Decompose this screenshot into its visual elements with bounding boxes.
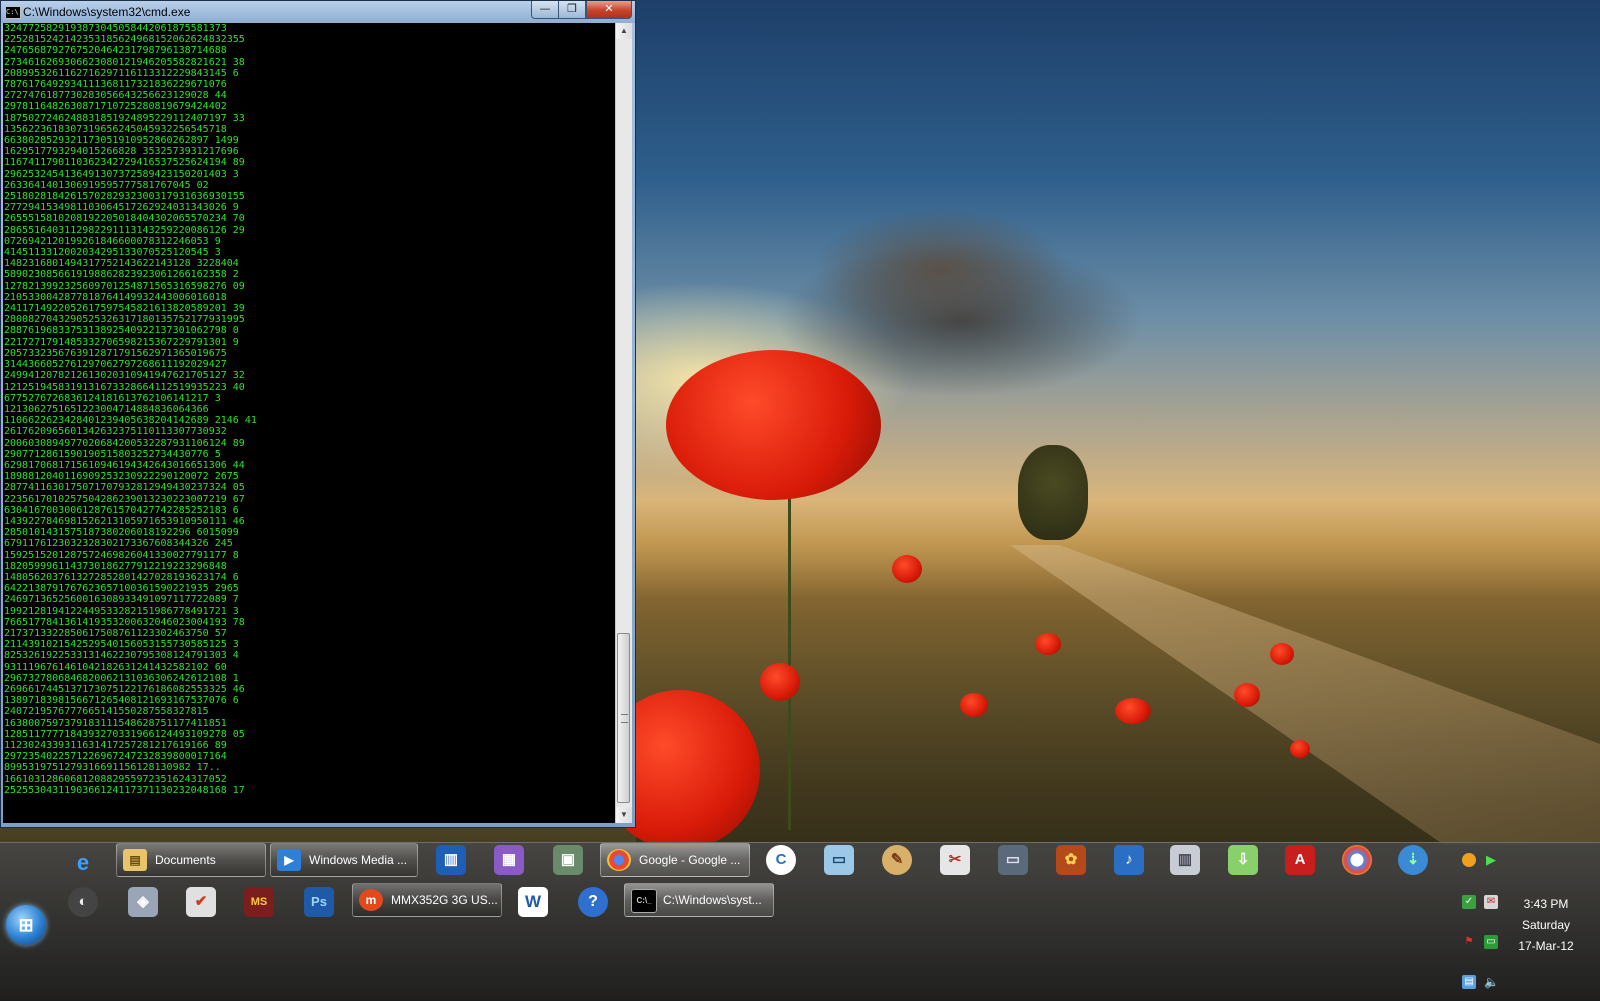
taskbar-button-mmx[interactable]: m MMX352G 3G US...: [352, 883, 502, 917]
library-icon[interactable]: ▥: [1170, 845, 1200, 875]
folder-icon: ▤: [123, 849, 147, 871]
taskbar-pinned-icon-2[interactable]: ▦: [494, 845, 524, 875]
acrobat-reader-icon[interactable]: A: [1285, 845, 1315, 875]
console-output[interactable]: 3247725829193873045058442061875581373 22…: [3, 23, 615, 823]
help-icon[interactable]: ?: [578, 887, 608, 917]
window-title: C:\Windows\system32\cmd.exe: [23, 5, 191, 19]
internet-download-manager-icon[interactable]: ⇣: [1398, 845, 1428, 875]
network-status-icon[interactable]: ✓: [1462, 895, 1476, 909]
notes-icon[interactable]: ▭: [824, 845, 854, 875]
taskbar-button-documents[interactable]: ▤ Documents: [116, 843, 266, 877]
keyboard-icon[interactable]: ▤: [1462, 975, 1476, 989]
windows-logo-icon: ⊞: [18, 915, 34, 935]
poppy-flower: [960, 693, 988, 717]
poppy-flower: [760, 663, 800, 701]
close-button[interactable]: ✕: [586, 1, 632, 19]
poppy-flower: [1290, 740, 1310, 758]
taskbar-pinned-icon-1[interactable]: ▥: [436, 845, 466, 875]
modem-icon: m: [359, 889, 383, 911]
media-player-icon: ▶: [277, 849, 301, 871]
poppy-stem: [788, 490, 791, 830]
scroll-up-arrow-icon[interactable]: ▲: [616, 23, 632, 39]
clock-date[interactable]: 17-Mar-12: [1506, 939, 1586, 953]
action-center-flag-icon[interactable]: ⚑: [1462, 935, 1476, 949]
taskbar-button-label: MMX352G 3G US...: [391, 893, 498, 907]
taskbar-button-label: Windows Media ...: [309, 853, 408, 867]
taskbar-button-google-chrome[interactable]: Google - Google ...: [600, 843, 750, 877]
download-icon[interactable]: ⇩: [1228, 845, 1258, 875]
poppy-flower: [1115, 698, 1151, 724]
scrollbar-thumb[interactable]: [617, 633, 630, 803]
poppy-flower: [666, 350, 881, 500]
start-button[interactable]: ⊞: [6, 905, 46, 945]
sync-icon[interactable]: ◐: [68, 887, 98, 917]
console-text: 3247725829193873045058442061875581373 22…: [4, 23, 257, 796]
internet-explorer-icon[interactable]: e: [68, 848, 98, 878]
cmd-titlebar[interactable]: C:\ C:\Windows\system32\cmd.exe — ❐ ✕: [1, 1, 635, 23]
poppy-flower: [892, 555, 922, 583]
minimize-button[interactable]: —: [531, 1, 559, 19]
grip-icon: [621, 714, 628, 723]
cmd-icon[interactable]: C:\: [5, 6, 21, 19]
word-icon[interactable]: W: [518, 887, 548, 917]
scroll-down-arrow-icon[interactable]: ▼: [616, 807, 632, 823]
taskbar-button-label: Documents: [155, 853, 216, 867]
music-icon[interactable]: ♪: [1114, 845, 1144, 875]
poppy-flower: [1234, 683, 1260, 707]
chrome-icon: [607, 849, 631, 871]
flag-icon[interactable]: ▶: [1484, 853, 1498, 867]
task-check-icon[interactable]: ✔: [186, 887, 216, 917]
poppy-flower: [1270, 643, 1294, 665]
taskbar-button-cmd[interactable]: C:\_ C:\Windows\syst...: [624, 883, 774, 917]
wallpaper-tree: [1018, 445, 1088, 540]
cyberlink-icon[interactable]: C: [766, 845, 796, 875]
snipping-tool-icon[interactable]: ✂: [940, 845, 970, 875]
backup-icon[interactable]: ◈: [128, 887, 158, 917]
clock-day[interactable]: Saturday: [1506, 918, 1586, 932]
picasa-icon[interactable]: [1342, 845, 1372, 875]
mail-icon[interactable]: ✉: [1484, 895, 1498, 909]
poppy-flower: [1035, 633, 1061, 655]
volume-icon[interactable]: 🔈: [1484, 975, 1499, 989]
taskbar-pinned-icon-3[interactable]: ▣: [553, 845, 583, 875]
display-icon[interactable]: ▭: [1484, 935, 1498, 949]
taskbar-button-label: Google - Google ...: [639, 853, 741, 867]
vertical-scrollbar[interactable]: ▲ ▼: [615, 23, 632, 823]
paint-palette-icon[interactable]: ✎: [882, 845, 912, 875]
status-dot-icon[interactable]: [1462, 853, 1476, 867]
taskbar-button-windows-media[interactable]: ▶ Windows Media ...: [270, 843, 418, 877]
taskbar-button-label: C:\Windows\syst...: [663, 893, 762, 907]
ms-vb-icon[interactable]: MS: [244, 887, 274, 917]
network-drive-icon[interactable]: ▭: [998, 845, 1028, 875]
cmd-window[interactable]: C:\ C:\Windows\system32\cmd.exe — ❐ ✕ 32…: [0, 0, 636, 828]
cmd-icon: C:\_: [631, 889, 657, 913]
maximize-button[interactable]: ❐: [558, 1, 586, 19]
photoshop-icon[interactable]: Ps: [304, 887, 334, 917]
clock-time[interactable]: 3:43 PM: [1506, 897, 1586, 911]
taskbar[interactable]: ⊞ e ▤ Documents ▶ Windows Media ... ▥ ▦ …: [0, 842, 1600, 1001]
games-icon[interactable]: ✿: [1056, 845, 1086, 875]
